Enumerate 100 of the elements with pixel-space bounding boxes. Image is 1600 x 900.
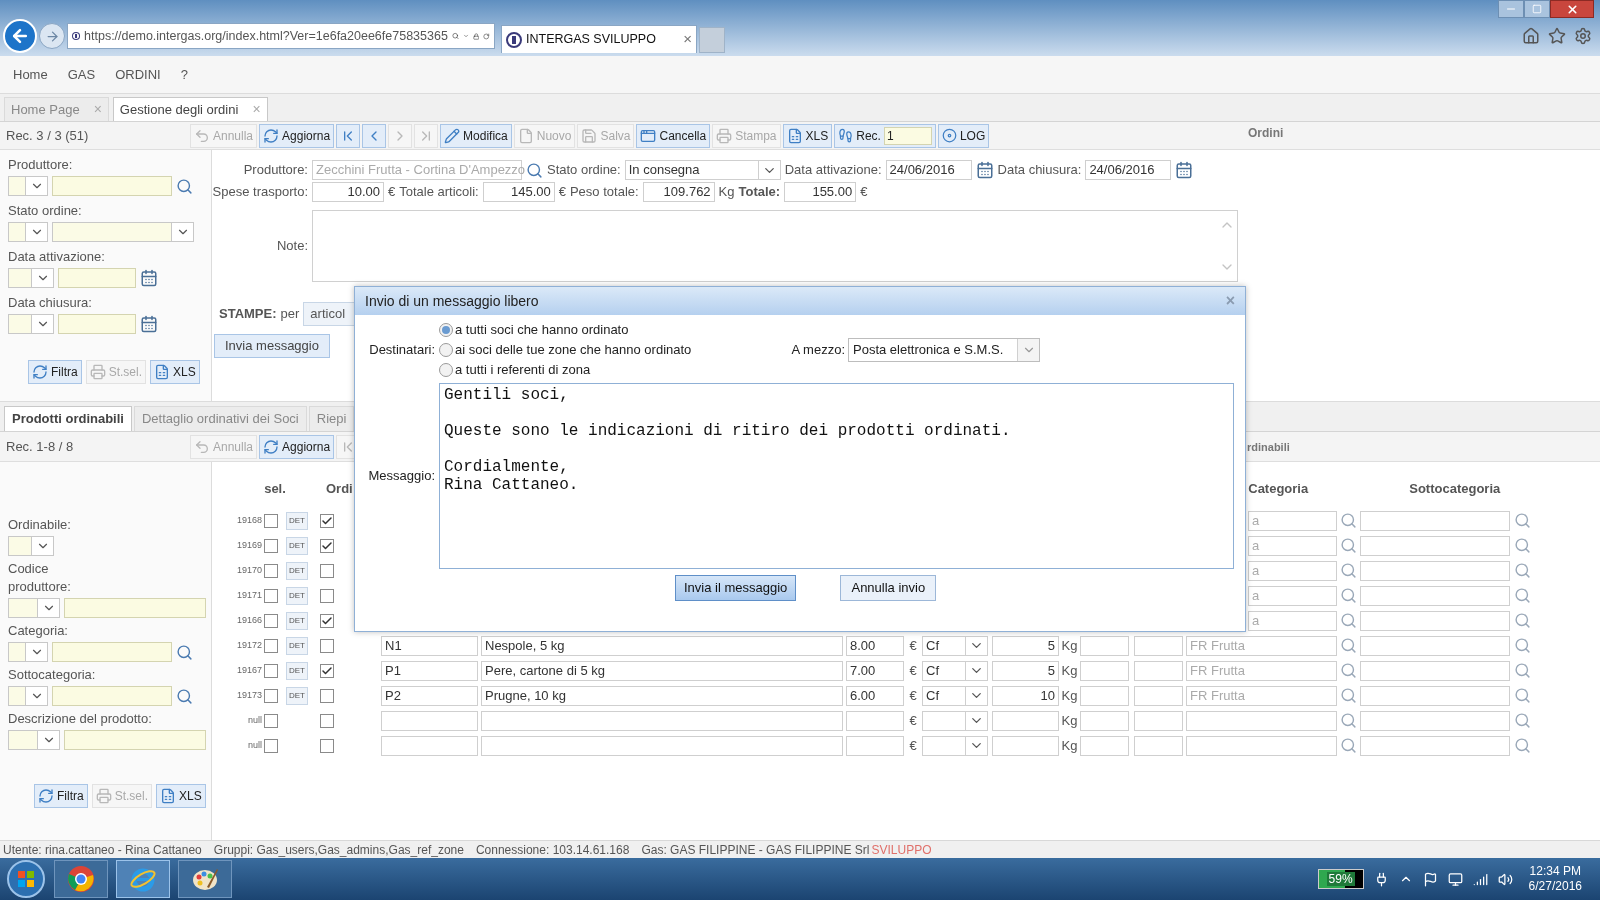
cancel-button[interactable]: Annulla invio [840, 575, 937, 601]
search-icon[interactable] [1340, 587, 1357, 604]
checkbox[interactable] [264, 663, 278, 678]
input-field[interactable] [1186, 735, 1337, 756]
search-icon[interactable] [1514, 737, 1531, 754]
dropdown[interactable]: Cf [922, 635, 988, 656]
dropdown[interactable] [8, 222, 48, 242]
input-field[interactable]: 5 [992, 635, 1059, 656]
toolbar-button[interactable]: Aggiorna [259, 434, 335, 459]
input-field[interactable] [1080, 710, 1129, 731]
input-field[interactable] [992, 710, 1059, 731]
checkbox[interactable] [264, 613, 278, 628]
checkbox[interactable] [264, 738, 278, 753]
toolbar-button[interactable]: Filtra [28, 360, 82, 384]
checkbox[interactable] [320, 563, 334, 578]
menu-item[interactable]: ? [170, 64, 198, 85]
input-field[interactable] [58, 268, 136, 288]
input-field[interactable] [1134, 660, 1183, 681]
input-field[interactable]: N1 [381, 635, 478, 656]
new-tab-button[interactable] [699, 27, 725, 53]
back-button[interactable] [3, 19, 37, 53]
menu-item[interactable]: Home [3, 64, 58, 85]
dropdown[interactable] [8, 598, 60, 618]
input-field[interactable] [1080, 685, 1129, 706]
input-field[interactable] [1134, 685, 1183, 706]
input-field[interactable] [846, 735, 904, 756]
detail-button[interactable]: DET [286, 636, 308, 655]
checkbox[interactable] [320, 538, 334, 553]
search-icon[interactable] [1340, 687, 1357, 704]
checkbox[interactable] [320, 513, 334, 528]
taskbar-app[interactable] [178, 860, 232, 898]
search-icon[interactable] [1340, 662, 1357, 679]
flag-icon[interactable] [1422, 871, 1438, 887]
toolbar-button[interactable]: XLS [156, 784, 206, 808]
forward-button[interactable] [39, 23, 65, 49]
dropdown[interactable]: Cf [922, 685, 988, 706]
input-field[interactable] [1134, 635, 1183, 656]
dropdown[interactable] [52, 222, 194, 242]
menu-item[interactable]: ORDINI [105, 64, 171, 85]
dropdown[interactable]: Cf [922, 660, 988, 681]
input-field[interactable] [1360, 735, 1510, 756]
input-field[interactable]: Nespole, 5 kg [481, 635, 843, 656]
input-field[interactable] [1134, 735, 1183, 756]
search-icon[interactable] [1340, 512, 1357, 529]
checkbox[interactable] [320, 738, 334, 753]
log-button[interactable]: LOG [937, 123, 990, 148]
search-icon[interactable] [1340, 612, 1357, 629]
input-field[interactable] [1134, 710, 1183, 731]
detail-button[interactable]: DET [286, 611, 308, 630]
settings-icon[interactable] [1574, 27, 1592, 45]
radio-button[interactable] [439, 343, 453, 357]
dropdown[interactable] [8, 536, 54, 556]
detail-button[interactable]: DET [286, 511, 308, 530]
dropdown[interactable] [8, 176, 48, 196]
checkbox[interactable] [320, 638, 334, 653]
browser-tab[interactable]: INTERGAS SVILUPPO × [501, 25, 697, 53]
dropdown[interactable] [8, 730, 60, 750]
calendar-icon[interactable] [140, 315, 158, 333]
search-icon[interactable] [1340, 737, 1357, 754]
monitor-icon[interactable] [1447, 871, 1463, 887]
search-icon[interactable] [1514, 537, 1531, 554]
input-field[interactable] [1360, 535, 1510, 556]
checkbox[interactable] [264, 538, 278, 553]
checkbox[interactable] [264, 713, 278, 728]
home-icon[interactable] [1522, 27, 1540, 45]
radio-label[interactable]: ai soci delle tue zone che hanno ordinato [455, 340, 692, 360]
radio-button[interactable] [439, 363, 453, 377]
input-field[interactable]: 6.00 [846, 685, 904, 706]
search-icon[interactable] [176, 177, 193, 195]
input-field[interactable] [381, 710, 478, 731]
search-icon[interactable] [1514, 512, 1531, 529]
detail-button[interactable]: DET [286, 536, 308, 555]
search-icon[interactable] [526, 161, 543, 179]
tab[interactable]: Gestione degli ordini × [112, 97, 268, 121]
input-field[interactable] [1080, 635, 1129, 656]
maximize-button[interactable] [1524, 0, 1550, 18]
taskbar-app[interactable] [54, 860, 108, 898]
checkbox[interactable] [264, 563, 278, 578]
search-icon[interactable] [176, 643, 193, 661]
input-field[interactable] [58, 314, 136, 334]
dropdown[interactable] [922, 735, 988, 756]
search-icon[interactable] [176, 687, 193, 705]
toolbar-button[interactable]: Modifica [440, 123, 512, 148]
search-icon[interactable] [1340, 637, 1357, 654]
star-icon[interactable] [1548, 27, 1566, 45]
input-field[interactable] [1360, 710, 1510, 731]
toolbar-button[interactable]: Aggiorna [259, 123, 335, 148]
input-field[interactable] [64, 598, 206, 618]
input-field[interactable]: 8.00 [846, 635, 904, 656]
start-button[interactable] [6, 859, 46, 899]
search-icon[interactable] [1514, 587, 1531, 604]
checkbox[interactable] [320, 588, 334, 603]
send-button[interactable]: Invia il messaggio [675, 575, 797, 601]
search-icon[interactable] [1340, 537, 1357, 554]
detail-button[interactable]: DET [286, 686, 308, 705]
note-field[interactable] [312, 210, 1238, 282]
battery-indicator[interactable]: 59% [1317, 869, 1364, 889]
checkbox[interactable] [320, 688, 334, 703]
input-field[interactable]: P1 [381, 660, 478, 681]
tab-close[interactable]: × [683, 28, 692, 51]
